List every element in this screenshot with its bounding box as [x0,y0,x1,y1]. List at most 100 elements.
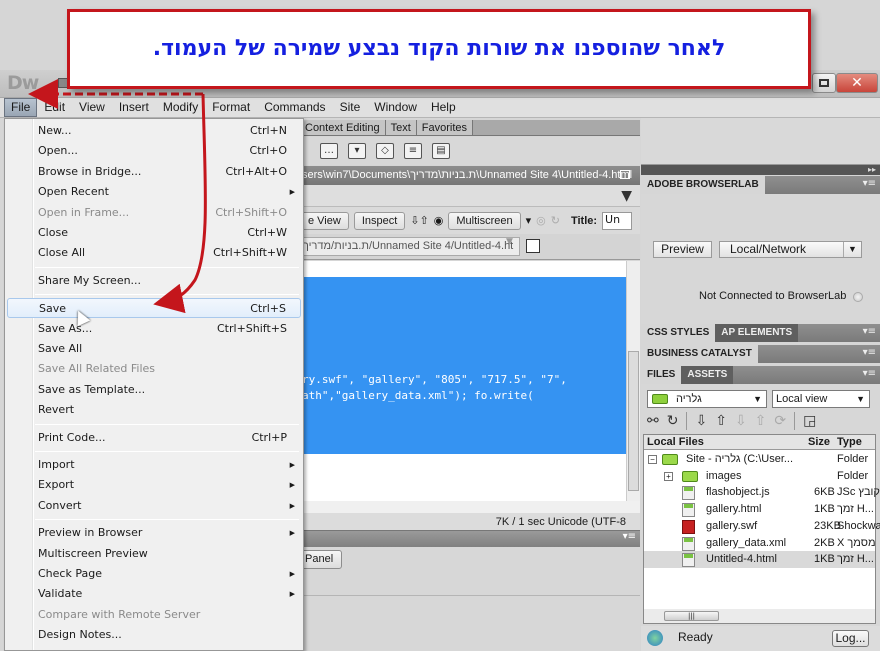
menu-item-validate[interactable]: Validate ▶ [7,584,301,604]
panel-menu-icon[interactable]: ▾≡ [623,531,636,542]
menu-item-import[interactable]: Import ▶ [7,455,301,475]
title-input[interactable]: Un [602,211,633,230]
menu-help[interactable]: Help [424,98,463,117]
panel-menu-icon[interactable]: ▾≡ [863,178,876,189]
tab-business-catalyst[interactable]: BUSINESS CATALYST [641,345,758,363]
tab-assets[interactable]: ASSETS [681,366,734,384]
preview-button[interactable]: Preview [653,241,712,258]
menu-item-save-all-related-files[interactable]: Save All Related Files [7,359,301,379]
menu-file[interactable]: File [4,98,38,117]
document-restore-icon[interactable] [620,170,630,179]
address-dropdown-icon[interactable]: ▼ [506,237,513,247]
files-horizontal-scrollbar[interactable]: ||| [644,609,875,623]
panel-menu-icon[interactable]: ▾≡ [863,368,876,379]
menu-item-check-page[interactable]: Check Page ▶ [7,564,301,584]
column-size[interactable]: Size [808,435,830,450]
tab-favorites[interactable]: Favorites [416,120,474,135]
file-row[interactable]: + images Folder [644,468,875,485]
menu-item-open[interactable]: Open... Ctrl+O [7,141,301,161]
file-row[interactable]: gallery.swf 23KB Shockwa [644,518,880,535]
menu-item-save-as[interactable]: Save As... Ctrl+Shift+S [7,319,301,339]
tag-chooser-icon[interactable]: ◇ [376,143,394,159]
menu-item-close-all[interactable]: Close All Ctrl+Shift+W [7,243,301,263]
scroll-thumb[interactable] [628,351,639,491]
file-transfer-icon[interactable]: ⇩⇧ [410,214,428,227]
tab-ap-elements[interactable]: AP ELEMENTS [715,324,799,342]
menu-item-revert[interactable]: Revert [7,400,301,420]
menu-item-save-all[interactable]: Save All [7,339,301,359]
address-input[interactable]: ת.בניות/מדריך/Unnamed Site 4/Untitled-4.… [300,237,520,256]
menu-item-save[interactable]: Save Ctrl+S [7,298,301,319]
restore-window-button[interactable] [812,73,836,93]
menu-item-open-recent[interactable]: Open Recent ▶ [7,182,301,202]
file-row[interactable]: gallery.html 1KB זמך H... [644,501,875,518]
panel-menu-icon[interactable]: ▾≡ [863,326,876,337]
file-row[interactable]: flashobject.js 6KB JSc קובץ [644,484,880,501]
menu-item-share-my-screen[interactable]: Share My Screen... [7,271,301,291]
inspect-button[interactable]: Inspect [353,211,406,230]
collapse-icon[interactable]: − [648,455,657,464]
tab-text[interactable]: Text [385,120,417,135]
put-files-icon[interactable]: ⇧ [715,413,727,429]
site-select[interactable]: גלריה ▼ [647,390,767,408]
panel-menu-icon[interactable]: ▾≡ [863,347,876,358]
menu-item-close[interactable]: Close Ctrl+W [7,223,301,243]
menu-window[interactable]: Window [367,98,424,117]
menu-item-save-as-template[interactable]: Save as Template... [7,380,301,400]
tab-files[interactable]: FILES [641,366,682,384]
code-horizontal-scrollbar[interactable] [300,501,640,513]
server-side-include-icon[interactable]: ▾ [348,143,366,159]
scroll-thumb[interactable]: ||| [664,611,719,621]
menu-item-multiscreen-preview[interactable]: Multiscreen Preview [7,544,301,564]
menu-item-print-code[interactable]: Print Code... Ctrl+P [7,428,301,448]
close-window-button[interactable]: ✕ [836,73,878,93]
connect-icon[interactable]: ⚯ [647,413,659,429]
column-type[interactable]: Type [837,435,862,450]
menu-site[interactable]: Site [333,98,368,117]
check-in-icon[interactable]: ⇧ [755,413,767,429]
source-select[interactable]: Local/Network ▼ [719,241,862,258]
comment-icon[interactable]: … [320,143,338,159]
visual-aids-icon[interactable]: ◎ [536,214,546,227]
menu-item-compare-with-remote-server[interactable]: Compare with Remote Server [7,605,301,625]
multiscreen-button[interactable]: Multiscreen [448,211,521,230]
collapse-panels-bar[interactable]: ▸▸ [641,165,880,175]
view-select[interactable]: Local view ▼ [772,390,870,408]
log-button[interactable]: Log... [832,630,869,647]
column-local-files[interactable]: Local Files [647,435,704,450]
live-view-button[interactable]: e View [300,211,349,230]
file-row[interactable]: − Site - גלריה (C:\User... Folder [644,451,875,468]
file-row[interactable]: gallery_data.xml 2KB X מסמך [644,535,876,552]
menu-item-browse-in-bridge[interactable]: Browse in Bridge... Ctrl+Alt+O [7,162,301,182]
menu-item-design-notes[interactable]: Design Notes... [7,625,301,645]
menu-view[interactable]: View [72,98,112,117]
menu-item-new[interactable]: New... Ctrl+N [7,121,301,141]
browser-preview-icon[interactable]: ◉ [434,214,444,227]
menu-modify[interactable]: Modify [156,98,205,117]
refresh-icon[interactable]: ↻ [551,214,560,227]
file-row[interactable]: Untitled-4.html 1KB זמך H... [644,551,875,569]
menu-insert[interactable]: Insert [112,98,156,117]
expand-icon[interactable]: + [664,471,673,481]
expand-panel-icon[interactable]: ◲ [803,413,816,429]
refresh-icon[interactable]: ↻ [667,413,679,429]
menu-commands[interactable]: Commands [257,98,332,117]
tab-adobe-browserlab[interactable]: ADOBE BROWSERLAB [641,176,765,194]
menu-item-export[interactable]: Export ▶ [7,475,301,495]
tab-context-editing[interactable]: Context Editing [300,120,386,135]
menu-edit[interactable]: Edit [37,98,72,117]
filter-icon[interactable]: ▼ [621,188,632,204]
menu-item-open-in-frame[interactable]: Open in Frame... Ctrl+Shift+O [7,203,301,223]
multiscreen-dropdown-icon[interactable]: ▾ [526,214,532,227]
menu-item-convert[interactable]: Convert ▶ [7,496,301,516]
check-out-icon[interactable]: ⇩ [735,413,747,429]
browser-options-icon[interactable] [526,239,540,253]
template-icon[interactable]: ≡ [404,143,422,159]
code-snippet-icon[interactable]: ▤ [432,143,450,159]
synchronize-icon[interactable]: ⟳ [774,413,786,429]
code-view[interactable]: ry.swf", "gallery", "805", "717.5", "7",… [300,261,626,513]
css-panel-button[interactable]: Panel [300,550,343,569]
tab-css-styles[interactable]: CSS STYLES [641,324,716,342]
get-files-icon[interactable]: ⇩ [695,413,707,429]
code-vertical-scrollbar[interactable] [626,261,640,501]
